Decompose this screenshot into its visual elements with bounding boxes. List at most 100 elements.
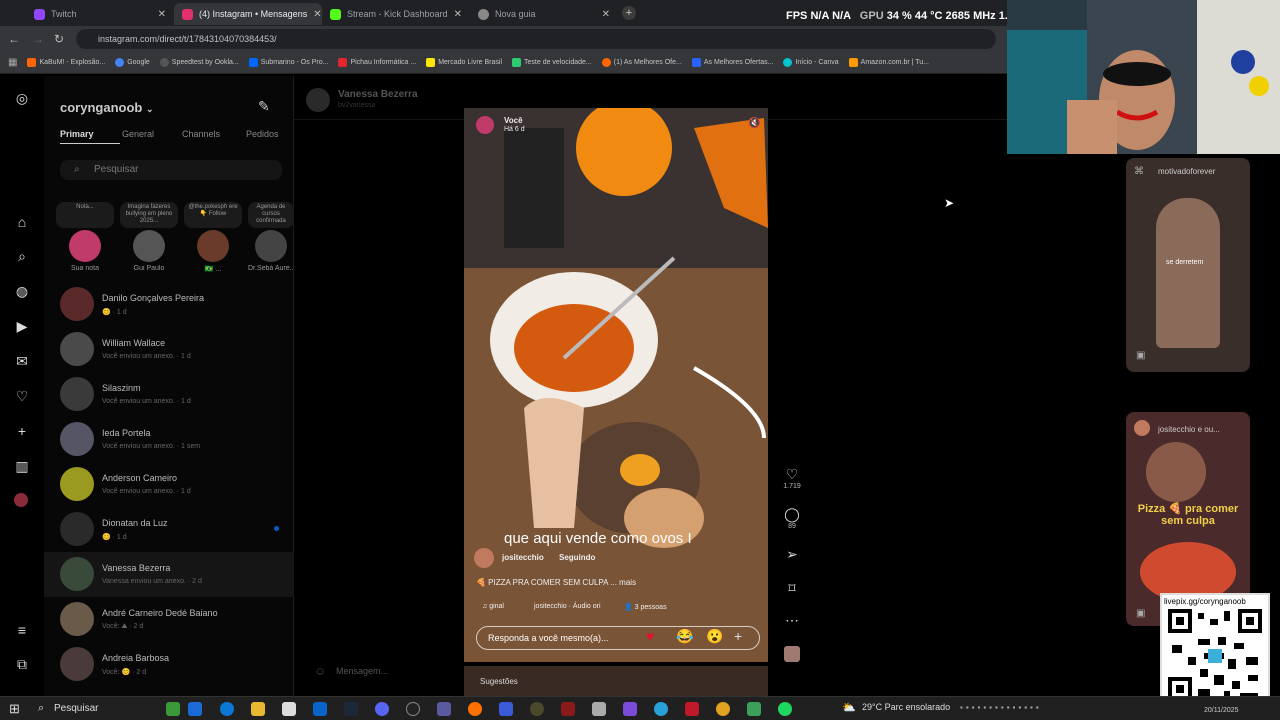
tab-instagram[interactable]: (4) Instagram • Mensagens ✕ [174, 3, 322, 25]
conversation-item[interactable]: Silaszinm Você enviou um anexo. · 1 d [44, 372, 294, 417]
firefox-icon[interactable] [468, 702, 482, 716]
close-tab-icon[interactable]: ✕ [602, 9, 610, 20]
compass-icon[interactable]: ◍ [14, 283, 30, 299]
save-button[interactable]: ⌑ [782, 580, 802, 597]
reels-icon[interactable]: ▶ [14, 318, 30, 334]
store-icon[interactable] [282, 702, 296, 716]
menu-icon[interactable]: ≡ [14, 622, 30, 638]
file-explorer-icon[interactable] [251, 702, 265, 716]
note-item[interactable]: Agenda de cursos confirmada Dr.Sebá Aure… [248, 202, 294, 272]
app-icon[interactable] [188, 702, 202, 716]
globe-icon [478, 8, 489, 20]
tab-kick[interactable]: Stream - Kick Dashboard ✕ [322, 3, 470, 25]
tab-channels[interactable]: Channels [182, 129, 220, 139]
conversation-item[interactable]: Dionatan da Luz 😊 · 1 d [44, 507, 294, 552]
tab-twitch[interactable]: Twitch ✕ [26, 3, 174, 25]
bookmark-pichau[interactable]: Pichau Informática ... [338, 58, 416, 67]
edge-icon[interactable] [220, 702, 234, 716]
app-icon[interactable] [592, 702, 606, 716]
system-tray-icons[interactable]: ▪▪▪▪▪▪▪▪▪▪▪▪▪▪ [960, 703, 1042, 712]
outlook-icon[interactable] [313, 702, 327, 716]
app-icon[interactable] [530, 702, 544, 716]
bookmark-speed-test[interactable]: Teste de velocidade... [512, 58, 592, 67]
windows-start-icon[interactable]: ⊞ [9, 701, 20, 717]
app-icon[interactable] [499, 702, 513, 716]
like-button[interactable]: ♡ 1.719 [782, 466, 802, 490]
tab-general[interactable]: General [122, 129, 154, 139]
note-item[interactable]: @the.pokesph ere 👇 Follow 🇧🇷 ... [184, 202, 242, 273]
messenger-icon[interactable]: ✉ [14, 353, 30, 369]
mute-icon[interactable]: 🔇 [748, 118, 760, 129]
conversation-item[interactable]: Andreia Barbosa Você: 😊 · 2 d [44, 642, 294, 687]
bookmark-amazon[interactable]: Amazon.com.br | Tu... [848, 58, 929, 67]
home-icon[interactable]: ⌂ [14, 214, 30, 230]
spotify-icon[interactable] [778, 702, 792, 716]
app-icon[interactable] [685, 702, 699, 716]
reload-icon[interactable]: ↻ [54, 32, 64, 46]
audio-thumbnail[interactable] [784, 646, 800, 662]
bookmark-kabum[interactable]: KaBuM! - Explosão... [27, 58, 105, 67]
app-icon[interactable] [437, 702, 451, 716]
chart-icon[interactable]: ▥ [14, 458, 30, 474]
telegram-icon[interactable] [654, 702, 668, 716]
apps-icon[interactable]: ▦ [8, 57, 17, 68]
app-icon[interactable] [623, 702, 637, 716]
close-tab-icon[interactable]: ✕ [454, 9, 462, 20]
emoji-icon[interactable]: ☺ [314, 664, 326, 678]
person-thumbnail [1146, 442, 1206, 502]
steam-icon[interactable] [344, 702, 358, 716]
app-icon[interactable] [747, 702, 761, 716]
bookmark-submarino[interactable]: Submarino - Os Pro... [248, 58, 328, 67]
add-reaction-icon[interactable]: + [734, 628, 742, 644]
back-icon[interactable]: ← [8, 32, 20, 46]
search-icon[interactable]: ⌕ [14, 248, 30, 264]
shared-reel-viewer[interactable]: Você Há 6 d 🔇 jositecchio Seguindo 🍕 PIZ… [464, 108, 768, 662]
app-icon[interactable] [561, 702, 575, 716]
close-tab-icon[interactable]: ✕ [158, 9, 166, 20]
threads-icon[interactable]: ⧉ [14, 656, 30, 672]
bookmark-ofertas-1[interactable]: (1) As Melhores Ofe... [601, 58, 682, 67]
tab-new[interactable]: Nova guia ✕ [470, 3, 618, 25]
bookmark-google[interactable]: Google [115, 58, 150, 67]
conversation-item[interactable]: André Carneiro Dedé Baiano Você: ⛰ · 2 d [44, 597, 294, 642]
note-item[interactable]: Imagina fazeres bullying em pleno 2025..… [120, 202, 178, 272]
taskbar-search[interactable]: Pesquisar [30, 700, 150, 718]
heart-reaction-icon[interactable]: ♥ [646, 628, 654, 644]
bookmark-speedtest[interactable]: Speedtest by Ookla... [159, 58, 239, 67]
active-tab-indicator [60, 143, 120, 144]
close-tab-icon[interactable]: ✕ [313, 9, 321, 20]
address-bar[interactable]: instagram.com/direct/t/17843104070384453… [76, 29, 996, 49]
chrome-icon[interactable] [716, 702, 730, 716]
widgets-icon[interactable] [166, 702, 180, 716]
mouse-cursor-icon: ➤ [944, 196, 955, 210]
profile-avatar[interactable] [14, 493, 28, 507]
plus-icon[interactable]: + [14, 423, 30, 439]
bookmark-ofertas-2[interactable]: As Melhores Ofertas... [691, 58, 773, 67]
wow-reaction-icon[interactable]: 😮 [706, 628, 723, 645]
tab-pedidos[interactable]: Pedidos [246, 129, 279, 139]
discord-icon[interactable] [375, 702, 389, 716]
conversation-item[interactable]: William Wallace Você enviou um anexo. · 1… [44, 327, 294, 372]
comment-button[interactable]: ◯ 89 [782, 506, 802, 530]
bookmark-canva[interactable]: Início - Canva [783, 58, 839, 67]
note-own[interactable]: Nota... Sua nota [56, 202, 114, 272]
conversation-item[interactable]: Danilo Gonçalves Pereira 😊 · 1 d [44, 282, 294, 327]
share-button[interactable]: ➢ [782, 546, 802, 563]
conversation-item-selected[interactable]: Vanessa Bezerra Vanessa enviou um anexo. … [44, 552, 294, 597]
heart-icon[interactable]: ♡ [14, 388, 30, 404]
more-options-button[interactable]: ⋯ [782, 612, 802, 629]
conversation-item[interactable]: Anderson Cameiro Você enviou um anexo. · … [44, 462, 294, 507]
laugh-reaction-icon[interactable]: 😂 [676, 628, 693, 645]
message-input[interactable]: Mensagem... [304, 660, 464, 682]
conversation-item[interactable]: Ieda Portela Você enviou um anexo. · 1 se… [44, 417, 294, 462]
search-input[interactable]: Pesquisar [60, 160, 282, 180]
tab-primary[interactable]: Primary [60, 129, 94, 139]
forward-icon[interactable]: → [32, 32, 44, 46]
new-message-icon[interactable]: ✎ [258, 98, 270, 115]
next-reel-preview[interactable]: ⌘ motivadoforever se derretem ▣ [1126, 158, 1250, 372]
instagram-icon[interactable]: ◎ [14, 90, 30, 106]
account-switcher[interactable]: corynganoob ⌄ [60, 100, 154, 115]
new-tab-button[interactable]: + [622, 6, 636, 20]
obs-icon[interactable] [406, 702, 420, 716]
bookmark-mercadolivre[interactable]: Mercado Livre Brasil [426, 58, 502, 67]
